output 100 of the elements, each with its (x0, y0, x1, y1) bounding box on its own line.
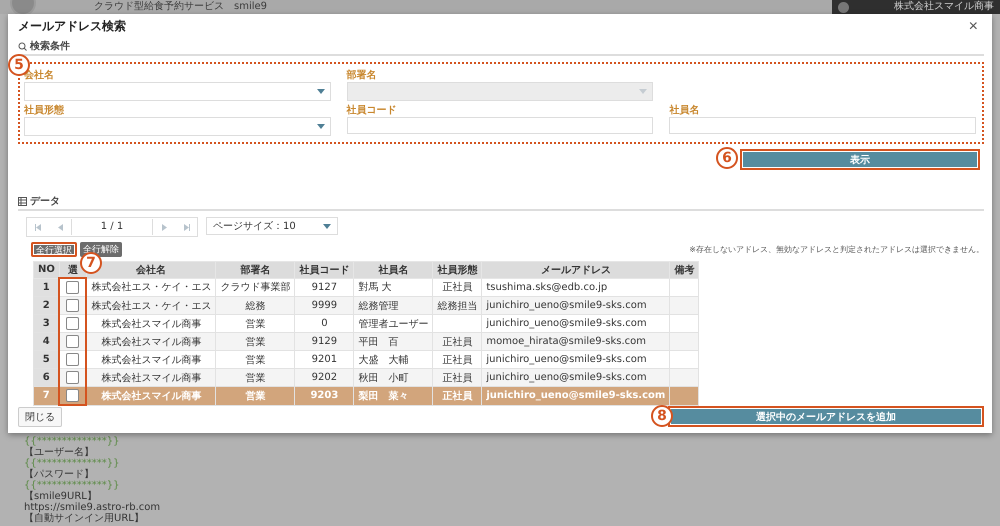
table-cell: 秋田 小町 (354, 368, 433, 386)
row-number: 3 (34, 314, 60, 332)
table-cell: momoe_hirata@smile9-sks.com (482, 332, 670, 350)
caret-icon (316, 124, 325, 129)
caret-icon (316, 89, 325, 94)
table-cell: 株式会社スマイル商事 (86, 386, 216, 405)
table-cell: 正社員 (432, 332, 482, 350)
column-header: 部署名 (216, 262, 295, 278)
row-checkbox[interactable] (66, 353, 80, 366)
table-cell: 0 (294, 314, 354, 332)
previous-icon (56, 224, 64, 230)
table-cell: 株式会社スマイル商事 (86, 314, 216, 332)
table-cell: junichiro_ueno@smile9-sks.com (482, 350, 670, 368)
table-cell: クラウド事業部 (216, 278, 295, 296)
field-label: 社員名 (669, 104, 700, 116)
page-number: 1 / 1 (71, 219, 153, 235)
select-all-button[interactable]: 全行選択 (31, 242, 77, 257)
table-cell: 9202 (294, 368, 354, 386)
table-cell: 株式会社エス・ケイ・エス (86, 278, 216, 296)
table-cell: 株式会社スマイル商事 (86, 332, 216, 350)
callout-number: 6 (716, 147, 738, 169)
deselect-all-button[interactable]: 全行解除 (80, 242, 122, 257)
add-address-button[interactable]: 選択中のメールアドレスを追加 (668, 406, 984, 427)
row-checkbox[interactable] (66, 299, 80, 312)
table-cell: 株式会社スマイル商事 (86, 350, 216, 368)
row-number: 2 (34, 296, 60, 314)
caret-icon (639, 89, 648, 94)
table-cell: 総務担当 (432, 296, 482, 314)
table-cell (432, 314, 482, 332)
field-label: 社員コード (346, 104, 398, 116)
app-title: クラウド型給食予約サービス smile9 (94, 0, 268, 13)
template-text: 【自動サインイン用URL】 (24, 513, 145, 524)
table-cell: junichiro_ueno@smile9-sks.com (482, 296, 670, 314)
last-page-icon (182, 224, 190, 230)
table-cell: 総務 (216, 296, 295, 314)
show-button[interactable]: 表示 (740, 149, 980, 170)
table-cell: 営業 (216, 314, 295, 332)
template-text: https://smile9.astro-rb.com (24, 502, 160, 513)
page-size-select[interactable]: ページサイズ：10 (206, 217, 338, 235)
table-cell: 正社員 (432, 350, 482, 368)
note-text: ※存在しないアドレス、無効なアドレスと判定されたアドレスは選択できません。 (689, 244, 984, 255)
table-cell: 9201 (294, 350, 354, 368)
company-name: 株式会社スマイル商事 (894, 0, 994, 14)
avatar-icon (838, 2, 849, 13)
table-cell: 管理者ユーザー (354, 314, 433, 332)
row-checkbox[interactable] (66, 317, 80, 330)
section-heading: 検索条件 (30, 40, 70, 53)
table-cell: junichiro_ueno@smile9-sks.com (482, 314, 670, 332)
table-cell: 對馬 大 (354, 278, 433, 296)
table-cell: 正社員 (432, 278, 482, 296)
column-header: NO (34, 262, 60, 278)
select-field[interactable] (24, 117, 331, 136)
template-tag: {{**************}} (24, 458, 160, 469)
row-number: 5 (34, 350, 60, 368)
table-cell: 営業 (216, 350, 295, 368)
input-field[interactable] (346, 117, 654, 134)
row-checkbox[interactable] (66, 335, 80, 348)
table-cell: junichiro_ueno@smile9-sks.com (482, 368, 670, 386)
table-cell: 9203 (294, 386, 354, 405)
input-field[interactable] (669, 117, 976, 134)
row-number: 1 (34, 278, 60, 296)
table-cell: junichiro_ueno@smile9-sks.com (482, 386, 670, 405)
caret-icon (323, 224, 331, 228)
template-text: 【ユーザー名】 (24, 447, 95, 458)
close-dialog-button[interactable]: 閉じる (18, 406, 62, 426)
first-page-icon (34, 224, 42, 230)
close-button[interactable]: × (962, 18, 984, 36)
row-number: 4 (34, 332, 60, 350)
next-icon (160, 224, 168, 230)
table-cell: 平田 百 (354, 332, 433, 350)
dialog-title: メールアドレス検索 (18, 18, 126, 35)
table-cell: 正社員 (432, 386, 482, 405)
search-icon (18, 42, 27, 50)
callout-number: 8 (651, 405, 673, 427)
table-cell: 9999 (294, 296, 354, 314)
table-cell: 正社員 (432, 368, 482, 386)
table-cell: 大盛 大輔 (354, 350, 433, 368)
table-cell: tsushima.sks@edb.co.jp (482, 278, 670, 296)
select-field[interactable] (24, 82, 331, 101)
table-cell: 総務管理 (354, 296, 433, 314)
section-heading: データ (30, 195, 60, 208)
row-checkbox[interactable] (66, 281, 80, 294)
table-cell: 営業 (216, 386, 295, 405)
table-cell: 株式会社エス・ケイ・エス (86, 296, 216, 314)
template-text: 【smile9URL】 (24, 491, 98, 502)
column-header: 社員コード (294, 262, 354, 278)
template-tag: {{**************}} (24, 480, 160, 491)
field-label: 社員形態 (24, 104, 65, 116)
column-header: 社員形態 (432, 262, 482, 278)
row-number: 6 (34, 368, 60, 386)
column-header: 備考 (670, 262, 699, 278)
grid-icon (18, 196, 27, 206)
row-checkbox[interactable] (66, 371, 80, 384)
field-label: 部署名 (346, 68, 378, 81)
row-checkbox[interactable] (66, 389, 80, 402)
row-number: 7 (34, 386, 60, 405)
template-text: 【パスワード】 (24, 469, 95, 480)
table-cell: 梨田 菜々 (354, 386, 433, 405)
table-cell: 株式会社スマイル商事 (86, 368, 216, 386)
column-header: メールアドレス (482, 262, 670, 278)
